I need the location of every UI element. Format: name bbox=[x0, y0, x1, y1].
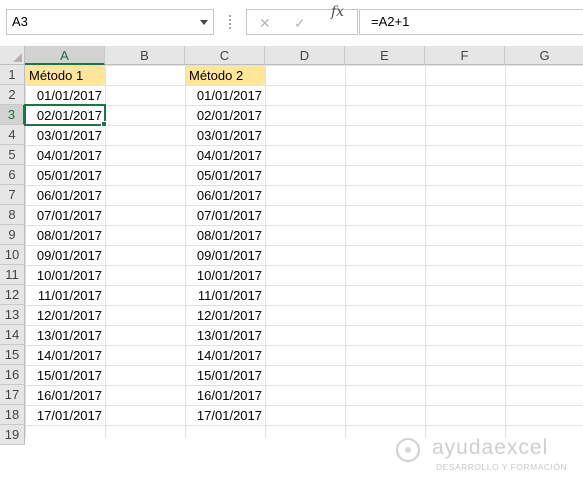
row-header-2[interactable]: 2 bbox=[0, 85, 25, 105]
cell-c8[interactable]: 07/01/2017 bbox=[186, 206, 265, 225]
row-header-4[interactable]: 4 bbox=[0, 125, 25, 145]
cell-a15[interactable]: 14/01/2017 bbox=[26, 346, 105, 365]
cell-a13[interactable]: 12/01/2017 bbox=[26, 306, 105, 325]
row-header-15[interactable]: 15 bbox=[0, 345, 25, 365]
cell-c3[interactable]: 02/01/2017 bbox=[186, 106, 265, 125]
row-header-1[interactable]: 1 bbox=[0, 65, 25, 85]
ayudaexcel-logo-icon bbox=[396, 438, 420, 462]
cell-a14[interactable]: 13/01/2017 bbox=[26, 326, 105, 345]
column-header-d[interactable]: D bbox=[265, 46, 345, 65]
row-header-9[interactable]: 9 bbox=[0, 225, 25, 245]
formula-input[interactable]: =A2+1 bbox=[359, 9, 583, 35]
cell-c12[interactable]: 11/01/2017 bbox=[186, 286, 265, 305]
row-header-19[interactable]: 19 bbox=[0, 425, 25, 445]
cell-a1[interactable]: Método 1 bbox=[26, 66, 105, 85]
cell-a12[interactable]: 11/01/2017 bbox=[26, 286, 105, 305]
row-header-5[interactable]: 5 bbox=[0, 145, 25, 165]
column-header-a[interactable]: A bbox=[25, 46, 105, 65]
cell-a18[interactable]: 17/01/2017 bbox=[26, 406, 105, 425]
formula-text: =A2+1 bbox=[371, 14, 410, 29]
cell-a17[interactable]: 16/01/2017 bbox=[26, 386, 105, 405]
row-header-3[interactable]: 3 bbox=[0, 105, 25, 125]
cell-a5[interactable]: 04/01/2017 bbox=[26, 146, 105, 165]
cell-c1[interactable]: Método 2 bbox=[186, 66, 265, 85]
watermark-tagline: DESARROLLO Y FORMACIÓN bbox=[436, 462, 568, 472]
cell-a7[interactable]: 06/01/2017 bbox=[26, 186, 105, 205]
column-header-b[interactable]: B bbox=[105, 46, 185, 65]
drag-handle-icon[interactable] bbox=[229, 14, 231, 30]
cell-a10[interactable]: 09/01/2017 bbox=[26, 246, 105, 265]
cell-a9[interactable]: 08/01/2017 bbox=[26, 226, 105, 245]
watermark-logo: ayudaexcel DESARROLLO Y FORMACIÓN bbox=[396, 436, 576, 480]
row-header-16[interactable]: 16 bbox=[0, 365, 25, 385]
cell-c16[interactable]: 15/01/2017 bbox=[186, 366, 265, 385]
row-header-14[interactable]: 14 bbox=[0, 325, 25, 345]
cell-a6[interactable]: 05/01/2017 bbox=[26, 166, 105, 185]
column-header-e[interactable]: E bbox=[345, 46, 425, 65]
cell-c17[interactable]: 16/01/2017 bbox=[186, 386, 265, 405]
cell-c13[interactable]: 12/01/2017 bbox=[186, 306, 265, 325]
row-header-7[interactable]: 7 bbox=[0, 185, 25, 205]
insert-function-icon[interactable]: fx bbox=[331, 4, 344, 20]
cell-c14[interactable]: 13/01/2017 bbox=[186, 326, 265, 345]
watermark-brand: ayudaexcel bbox=[432, 436, 549, 459]
cell-c9[interactable]: 08/01/2017 bbox=[186, 226, 265, 245]
cell-c7[interactable]: 06/01/2017 bbox=[186, 186, 265, 205]
active-cell-border bbox=[24, 104, 106, 126]
cell-a16[interactable]: 15/01/2017 bbox=[26, 366, 105, 385]
cell-c2[interactable]: 01/01/2017 bbox=[186, 86, 265, 105]
cell-a8[interactable]: 07/01/2017 bbox=[26, 206, 105, 225]
name-box[interactable]: A3 bbox=[6, 9, 214, 35]
row-header-17[interactable]: 17 bbox=[0, 385, 25, 405]
cell-c6[interactable]: 05/01/2017 bbox=[186, 166, 265, 185]
column-header-g[interactable]: G bbox=[505, 46, 583, 65]
cell-c10[interactable]: 09/01/2017 bbox=[186, 246, 265, 265]
row-header-12[interactable]: 12 bbox=[0, 285, 25, 305]
name-box-value: A3 bbox=[12, 14, 28, 29]
column-header-f[interactable]: F bbox=[425, 46, 505, 65]
cancel-icon[interactable]: ✕ bbox=[259, 15, 271, 32]
row-header-11[interactable]: 11 bbox=[0, 265, 25, 285]
fill-handle[interactable] bbox=[101, 121, 107, 127]
cell-a11[interactable]: 10/01/2017 bbox=[26, 266, 105, 285]
worksheet-grid[interactable]: ABCDEFG 1 2 3 4 5 6 7 8 9 10 11 12 13 14 15 16 17 18 19 Mé… bbox=[0, 46, 583, 472]
column-header-c[interactable]: C bbox=[185, 46, 265, 65]
enter-icon[interactable]: ✓ bbox=[294, 15, 306, 32]
cell-c11[interactable]: 10/01/2017 bbox=[186, 266, 265, 285]
select-all-triangle-icon bbox=[13, 53, 22, 62]
formula-bar: A3 ✕ ✓ fx =A2+1 bbox=[0, 0, 583, 46]
chevron-down-icon[interactable] bbox=[200, 20, 208, 25]
cell-a2[interactable]: 01/01/2017 bbox=[26, 86, 105, 105]
row-header-18[interactable]: 18 bbox=[0, 405, 25, 425]
row-header-10[interactable]: 10 bbox=[0, 245, 25, 265]
cell-a4[interactable]: 03/01/2017 bbox=[26, 126, 105, 145]
cell-c15[interactable]: 14/01/2017 bbox=[186, 346, 265, 365]
cell-c4[interactable]: 03/01/2017 bbox=[186, 126, 265, 145]
select-all-button[interactable] bbox=[0, 46, 25, 65]
row-header-13[interactable]: 13 bbox=[0, 305, 25, 325]
row-header-8[interactable]: 8 bbox=[0, 205, 25, 225]
cell-c5[interactable]: 04/01/2017 bbox=[186, 146, 265, 165]
cell-c18[interactable]: 17/01/2017 bbox=[186, 406, 265, 425]
row-header-6[interactable]: 6 bbox=[0, 165, 25, 185]
